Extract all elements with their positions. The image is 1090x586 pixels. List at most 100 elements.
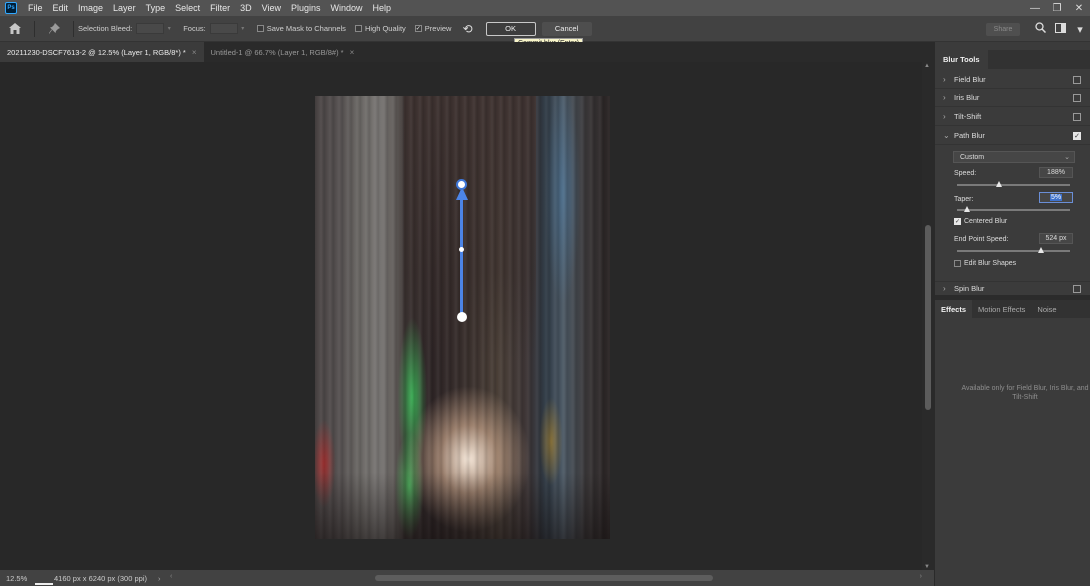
tab-title: 20211230-DSCF7613-2 @ 12.5% (Layer 1, RG…: [7, 47, 186, 57]
tool-enable-checkbox[interactable]: [1073, 75, 1081, 84]
tool-label: Path Blur: [954, 131, 985, 140]
tool-enable-checkbox[interactable]: [1073, 284, 1081, 293]
save-mask-checkbox[interactable]: Save Mask to Channels: [256, 24, 346, 33]
chevron-right-icon[interactable]: ›: [935, 112, 949, 121]
menu-select[interactable]: Select: [170, 0, 205, 16]
home-icon[interactable]: [0, 16, 30, 42]
selection-bleed-label: Selection Bleed:: [78, 24, 133, 33]
restore-icon[interactable]: ❐: [1046, 0, 1068, 16]
document-info[interactable]: 4160 px x 6240 px (300 ppi): [54, 574, 154, 583]
taper-slider[interactable]: [957, 209, 1070, 211]
chevron-right-icon[interactable]: ›: [935, 75, 949, 84]
ok-button[interactable]: OK: [485, 21, 536, 36]
speed-label: Speed:: [954, 170, 977, 177]
minimize-icon[interactable]: —: [1024, 0, 1046, 16]
scroll-up-icon[interactable]: ▲: [924, 63, 930, 69]
close-icon[interactable]: ×: [350, 48, 355, 57]
workspace-dropdown-icon[interactable]: ▾: [1070, 23, 1090, 36]
tool-row-iris-blur[interactable]: › Iris Blur: [935, 89, 1090, 107]
checkmark-icon[interactable]: ✓: [1073, 131, 1081, 140]
close-icon[interactable]: ✕: [1068, 0, 1090, 16]
blur-path-line[interactable]: [460, 198, 463, 316]
canvas-area[interactable]: [0, 62, 922, 570]
taper-value: 5%: [1049, 194, 1063, 201]
menu-edit[interactable]: Edit: [48, 0, 74, 16]
speed-slider[interactable]: [957, 184, 1070, 186]
centered-blur-label: Centered Blur: [964, 218, 1008, 225]
tool-label: Spin Blur: [954, 284, 985, 293]
panel-header: Blur Tools: [935, 50, 1090, 69]
reset-icon[interactable]: ⟲: [462, 22, 472, 36]
tool-label: Field Blur: [954, 75, 986, 84]
tab-motion-effects[interactable]: Motion Effects: [972, 300, 1031, 318]
zoom-level[interactable]: 12.5%: [0, 574, 34, 583]
close-icon[interactable]: ×: [192, 48, 197, 57]
end-point-speed-input[interactable]: 524 px: [1039, 233, 1073, 244]
menu-image[interactable]: Image: [73, 0, 108, 16]
tab-blur-tools[interactable]: Blur Tools: [935, 50, 988, 69]
divider: [73, 20, 74, 37]
taper-slider-thumb[interactable]: [964, 206, 971, 212]
chevron-right-icon[interactable]: ›: [158, 574, 170, 583]
centered-blur-checkbox[interactable]: ✓ Centered Blur: [954, 218, 1007, 225]
chevron-down-icon: ⌄: [1064, 154, 1070, 161]
chevron-right-icon[interactable]: ›: [935, 93, 949, 102]
selection-bleed-dropdown-icon[interactable]: ▾: [165, 23, 173, 34]
end-point-speed-slider-thumb[interactable]: [1037, 247, 1044, 253]
checkmark-icon: ✓: [954, 218, 961, 225]
scroll-left-icon[interactable]: ‹: [170, 573, 172, 580]
menu-plugins[interactable]: Plugins: [286, 0, 326, 16]
preview-checkbox[interactable]: ✓ Preview: [414, 24, 451, 33]
cancel-button[interactable]: Cancel: [541, 21, 592, 36]
document-tab[interactable]: Untitled-1 @ 66.7% (Layer 1, RGB/8#) * ×: [204, 42, 362, 62]
speed-slider-thumb[interactable]: [995, 181, 1002, 187]
tool-enable-checkbox[interactable]: [1073, 93, 1081, 102]
pin-tool-icon[interactable]: [39, 16, 69, 42]
focus-input[interactable]: [209, 23, 238, 34]
scroll-right-icon[interactable]: ›: [920, 573, 922, 580]
blur-path-start-pin[interactable]: [456, 179, 467, 190]
tab-noise[interactable]: Noise: [1031, 300, 1062, 318]
effects-tab-bar: Effects Motion Effects Noise: [935, 300, 1090, 318]
focus-dropdown-icon[interactable]: ▾: [239, 23, 247, 34]
horizontal-scroll-thumb[interactable]: [375, 575, 713, 581]
high-quality-checkbox[interactable]: High Quality: [354, 24, 406, 33]
menu-view[interactable]: View: [257, 0, 286, 16]
workspace-icon[interactable]: [1050, 22, 1070, 36]
checkbox-icon: [256, 25, 264, 32]
tab-effects[interactable]: Effects: [935, 300, 973, 318]
checkbox-icon: [954, 260, 961, 267]
menu-3d[interactable]: 3D: [235, 0, 257, 16]
speed-input[interactable]: 188%: [1039, 167, 1073, 178]
vertical-scroll-thumb[interactable]: [925, 225, 931, 410]
tool-enable-checkbox[interactable]: [1073, 112, 1081, 121]
taper-input[interactable]: 5%: [1039, 192, 1073, 203]
menu-filter[interactable]: Filter: [205, 0, 235, 16]
tool-row-tilt-shift[interactable]: › Tilt-Shift: [935, 108, 1090, 126]
menu-layer[interactable]: Layer: [108, 0, 141, 16]
chevron-right-icon[interactable]: ›: [935, 284, 949, 293]
edit-blur-shapes-checkbox[interactable]: Edit Blur Shapes: [954, 260, 1016, 267]
tool-row-path-blur[interactable]: ⌄ Path Blur ✓: [935, 127, 1090, 145]
blur-path-mid-pin[interactable]: [459, 247, 464, 252]
search-icon[interactable]: [1030, 22, 1050, 36]
menu-type[interactable]: Type: [141, 0, 171, 16]
end-point-speed-slider[interactable]: [957, 250, 1070, 252]
preset-value: Custom: [960, 153, 985, 161]
menu-bar: Ps File Edit Image Layer Type Select Fil…: [0, 0, 1090, 16]
tab-title: Untitled-1 @ 66.7% (Layer 1, RGB/8#) *: [210, 47, 344, 57]
menu-help[interactable]: Help: [368, 0, 397, 16]
blur-path-end-pin[interactable]: [457, 312, 467, 322]
path-blur-preset-select[interactable]: Custom ⌄: [953, 151, 1075, 163]
share-button[interactable]: Share: [986, 22, 1020, 36]
vertical-scrollbar[interactable]: ▲ ▼: [922, 62, 934, 570]
horizontal-scrollbar[interactable]: ‹ ›: [170, 573, 922, 583]
menu-window[interactable]: Window: [326, 0, 368, 16]
selection-bleed-input[interactable]: [136, 23, 165, 34]
menu-file[interactable]: File: [23, 0, 48, 16]
document-tab[interactable]: 20211230-DSCF7613-2 @ 12.5% (Layer 1, RG…: [0, 42, 204, 62]
chevron-down-icon[interactable]: ⌄: [935, 131, 950, 140]
divider: [34, 20, 35, 37]
zoom-edit-underline: [35, 583, 53, 585]
tool-row-field-blur[interactable]: › Field Blur: [935, 71, 1090, 89]
